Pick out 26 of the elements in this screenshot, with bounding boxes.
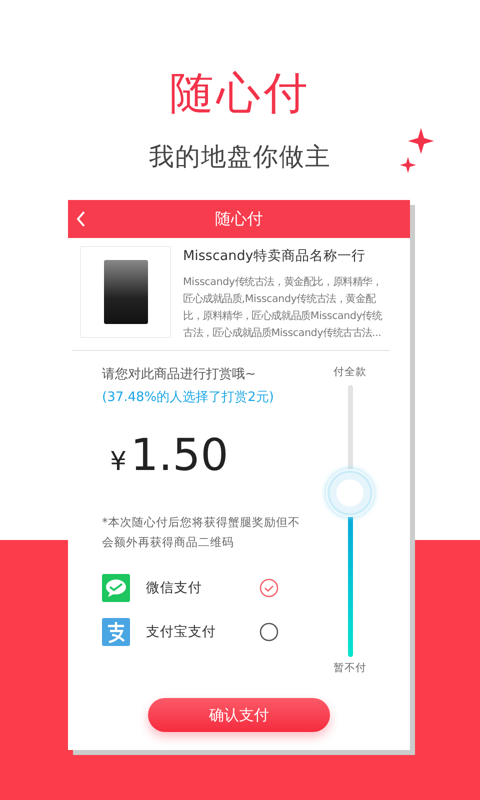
radio-icon[interactable] <box>259 622 279 642</box>
hero-subtitle: 我的地盘你做主 <box>149 141 331 173</box>
reward-note: *本次随心付后您将获得蟹腿奖励但不会额外再获得商品二维码 <box>102 514 301 551</box>
currency-symbol: ¥ <box>110 446 127 479</box>
payment-method-label: 支付宝支付 <box>146 622 217 642</box>
reward-prompt: 请您对此商品进行打赏哦~ <box>102 366 257 384</box>
payment-option[interactable]: 支付宝支付 <box>102 618 318 646</box>
checked-radio-icon[interactable] <box>259 578 279 598</box>
slider-top-label: 付全款 <box>334 364 366 380</box>
reward-statistic: (37.48%的人选择了打赏2元) <box>102 389 275 408</box>
product-name: Misscandy特卖商品名称一行 <box>183 246 366 266</box>
slider-bottom-label: 暂不付 <box>334 660 366 676</box>
photo-placeholder <box>104 260 148 324</box>
chat-bubble-icon <box>102 574 130 602</box>
sparkle-icon <box>400 157 416 173</box>
payment-method-label: 微信支付 <box>146 578 203 598</box>
header-title: 随心付 <box>215 208 263 230</box>
hero-title: 随心付 <box>168 72 312 116</box>
payment-logo-icon <box>102 618 130 646</box>
product-description: Misscandy传统古法，黄金配比，原料精华，匠心成就品质,Misscandy传统古法，黄金配比，原料精华，匠心成就品质Misscandy传统古法，匠心成就品质Misscandy传统古古法... <box>183 274 382 341</box>
sparkle-icon <box>408 128 434 154</box>
slider-thumb[interactable] <box>326 469 374 518</box>
back-icon[interactable] <box>76 210 86 226</box>
confirm-payment-button[interactable]: 确认支付 <box>148 698 330 732</box>
amount-value: 1.50 <box>130 434 229 478</box>
payment-option[interactable]: 微信支付 <box>102 574 318 602</box>
